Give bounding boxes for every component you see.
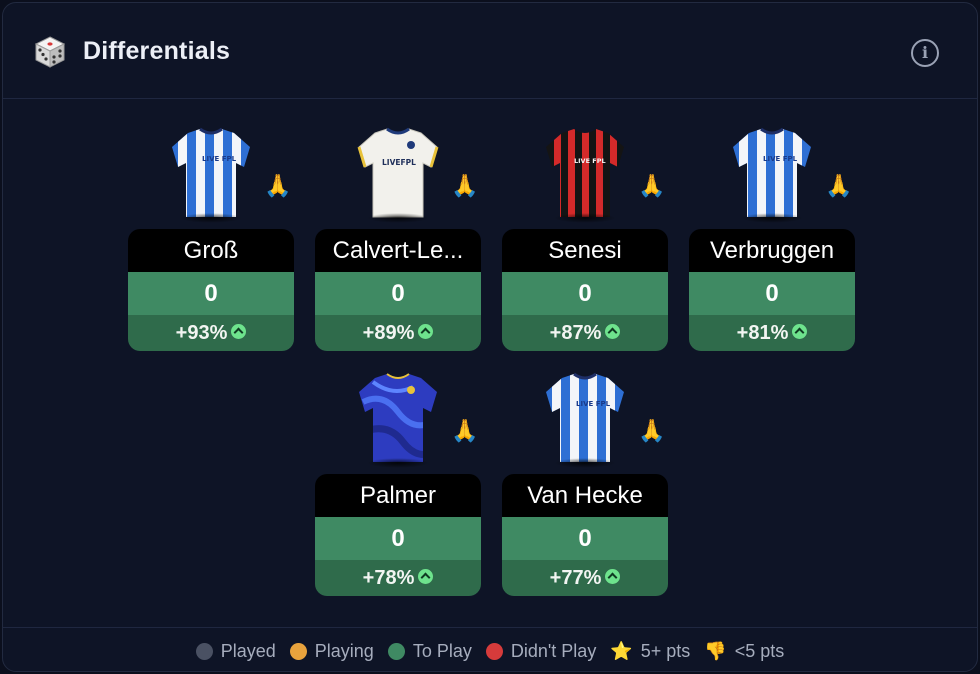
ownership-change: +93% (128, 315, 294, 351)
player-stat-card[interactable]: Calvert-Le... 0 +89% (315, 229, 481, 351)
arrow-up-icon (605, 324, 621, 340)
didnt-play-dot-icon (485, 642, 503, 660)
player-points: 0 (502, 517, 668, 560)
player-stat-card[interactable]: Senesi 0 +87% (502, 229, 668, 351)
legend-label: To Play (412, 640, 472, 661)
shirt-icon: LIVE FPL (540, 372, 630, 472)
player-stat-card[interactable]: Verbruggen 0 +81% (689, 229, 855, 351)
player-name: Palmer (315, 474, 481, 517)
arrow-up-icon (418, 569, 434, 585)
player-points: 0 (689, 272, 855, 315)
legend-label: <5 pts (734, 640, 785, 661)
player-points: 0 (502, 272, 668, 315)
arrow-up-icon (792, 324, 808, 340)
player-name: Calvert-Le... (315, 229, 481, 272)
legend-footer: Played Playing To Play Didn't Play ⭐ 5+ … (3, 627, 977, 673)
player-stat-card[interactable]: Groß 0 +93% (128, 229, 294, 351)
pray-icon: 🙏 (451, 173, 479, 198)
star-icon: ⭐ (610, 640, 633, 661)
legend-label: Didn't Play (510, 640, 597, 661)
shirt-shadow (554, 213, 616, 223)
kit-sponsor-text: LIVE FPL (763, 155, 798, 163)
thumbs-down-icon: 👎 (704, 640, 727, 661)
player-name: Van Hecke (502, 474, 668, 517)
playing-dot-icon (289, 642, 307, 660)
player-name: Verbruggen (689, 229, 855, 272)
pray-icon: 🙏 (638, 173, 666, 198)
played-dot-icon (195, 642, 213, 660)
legend-didnt-play: Didn't Play (485, 640, 597, 662)
player-name: Groß (128, 229, 294, 272)
legend-played: Played (195, 640, 276, 662)
shirt-shadow (367, 213, 429, 223)
player-stat-card[interactable]: Palmer 0 +78% (315, 474, 481, 596)
legend-label: Playing (314, 640, 374, 661)
ownership-change: +77% (502, 560, 668, 596)
ownership-change: +78% (315, 560, 481, 596)
player-points: 0 (128, 272, 294, 315)
pray-icon: 🙏 (825, 173, 853, 198)
shirt-icon (353, 372, 443, 472)
change-value: +89% (362, 322, 415, 344)
ownership-change: +87% (502, 315, 668, 351)
kit-sponsor-text: LIVE FPL (574, 157, 606, 165)
shirt-shadow (741, 213, 803, 223)
shirt-shadow (554, 458, 616, 468)
pray-icon: 🙏 (264, 173, 292, 198)
shirt-icon: LIVE FPL (727, 127, 817, 227)
player-stat-card[interactable]: Van Hecke 0 +77% (502, 474, 668, 596)
ownership-change: +89% (315, 315, 481, 351)
dice-icon (34, 36, 66, 68)
legend-label: Played (220, 640, 276, 661)
panel-title: Differentials (83, 37, 231, 65)
player-points: 0 (315, 272, 481, 315)
change-value: +87% (549, 322, 602, 344)
kit-sponsor-text: LIVE FPL (576, 400, 611, 408)
arrow-up-icon (231, 324, 247, 340)
player-name: Senesi (502, 229, 668, 272)
shirt-shadow (180, 213, 242, 223)
panel-header: Differentials i (3, 3, 977, 99)
change-value: +93% (175, 322, 228, 344)
change-value: +78% (362, 567, 415, 589)
legend-to-play: To Play (387, 640, 472, 662)
arrow-up-icon (418, 324, 434, 340)
kit-sponsor-text: LIVE FPL (202, 155, 237, 163)
info-icon[interactable]: i (911, 39, 939, 67)
player-points: 0 (315, 517, 481, 560)
legend-label: 5+ pts (640, 640, 691, 661)
legend-five-plus: ⭐ 5+ pts (610, 641, 690, 662)
change-value: +81% (736, 322, 789, 344)
kit-sponsor-text: LIVEFPL (382, 158, 416, 167)
shirt-icon: LIVE FPL (166, 127, 256, 227)
legend: Played Playing To Play Didn't Play ⭐ 5+ … (3, 628, 977, 674)
shirt-icon: LIVEFPL (353, 127, 443, 227)
to-play-dot-icon (387, 642, 405, 660)
pray-icon: 🙏 (638, 418, 666, 443)
arrow-up-icon (605, 569, 621, 585)
change-value: +77% (549, 567, 602, 589)
differentials-panel: Differentials i LIVE FPL 🙏 Groß 0 +93% L… (2, 2, 978, 672)
pray-icon: 🙏 (451, 418, 479, 443)
legend-playing: Playing (289, 640, 374, 662)
ownership-change: +81% (689, 315, 855, 351)
legend-under-five: 👎 <5 pts (704, 641, 784, 662)
shirt-shadow (367, 458, 429, 468)
shirt-icon: LIVE FPL (540, 127, 630, 227)
